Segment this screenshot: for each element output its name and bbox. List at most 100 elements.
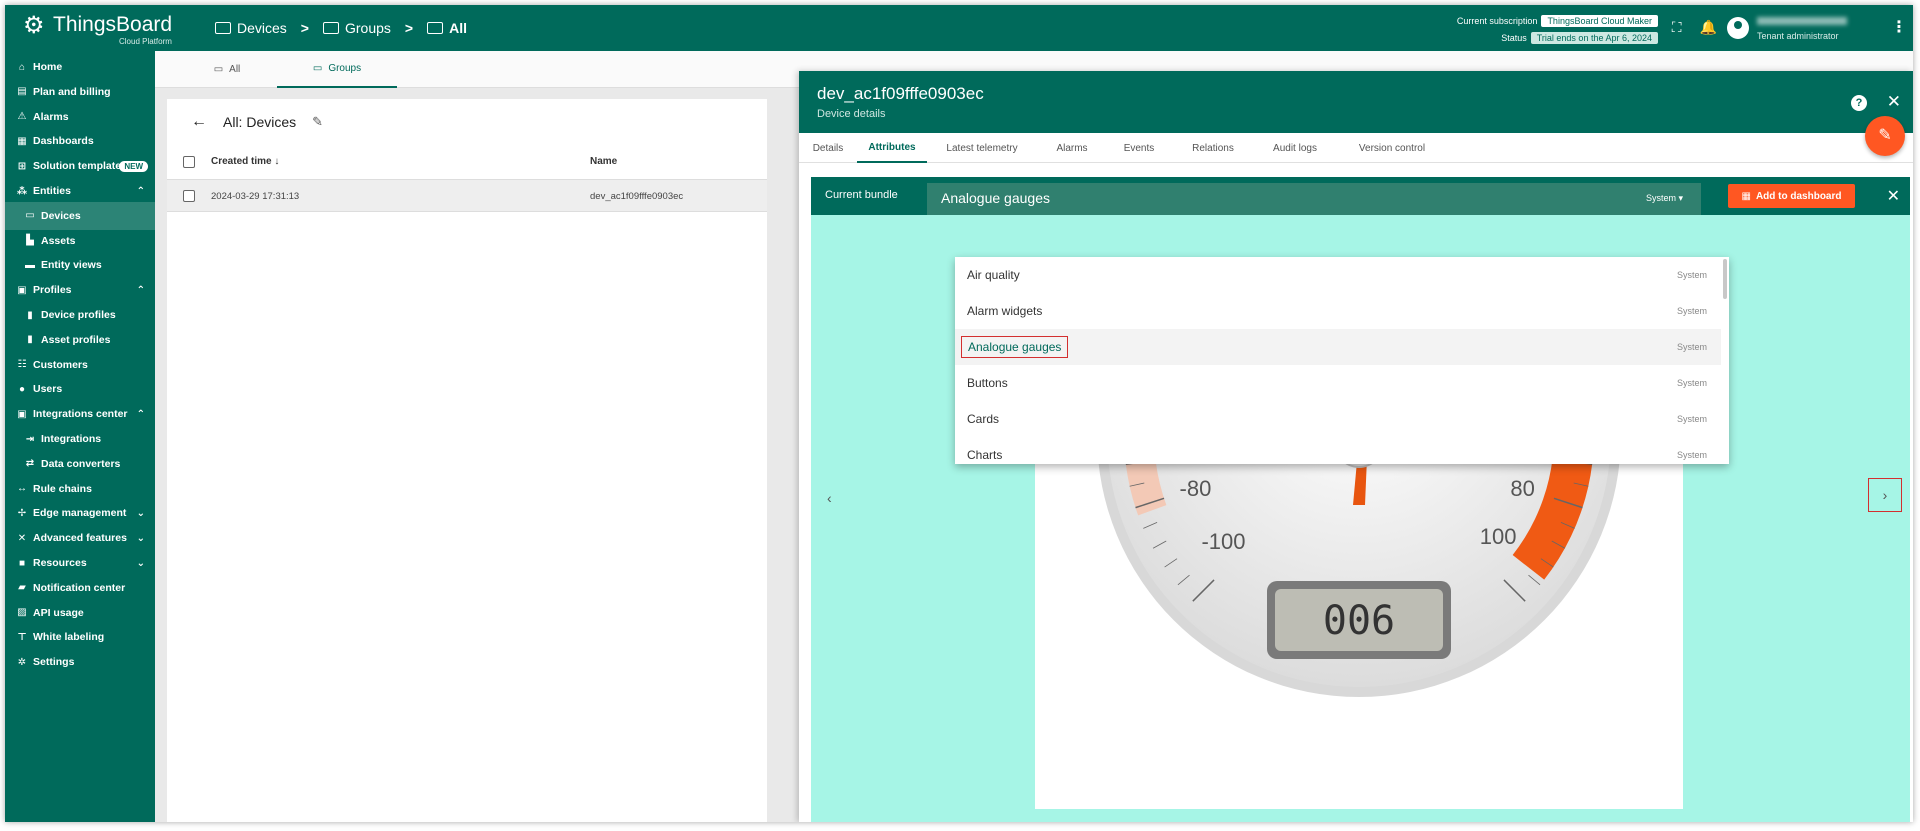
sidebar-item-customers[interactable]: ☷ Customers	[5, 351, 155, 379]
arrow-back-icon[interactable]: ←	[191, 113, 207, 131]
sidebar-item-api-usage[interactable]: ▨ API usage	[5, 599, 155, 627]
bundle-option-cards[interactable]: Cards System	[955, 401, 1721, 437]
tab-alarms[interactable]: Alarms	[1037, 133, 1107, 163]
avatar	[1727, 17, 1749, 39]
column-name[interactable]: Name	[590, 156, 617, 167]
sidebar-item-entity-views[interactable]: ▬ Entity views	[5, 251, 155, 279]
chevron-up-icon[interactable]: ⌃	[137, 285, 145, 296]
tab-attributes[interactable]: Attributes	[857, 133, 927, 163]
tab-all[interactable]: ▭ All	[167, 51, 287, 88]
tab-details[interactable]: Details	[799, 133, 857, 163]
sidebar-item-asset-profiles[interactable]: ▮ Asset profiles	[5, 326, 155, 354]
sidebar-icon: ▭	[25, 210, 35, 222]
tab-events[interactable]: Events	[1107, 133, 1171, 163]
new-badge: NEW	[119, 160, 148, 172]
bundle-option-buttons[interactable]: Buttons System	[955, 365, 1721, 401]
edit-icon[interactable]: ✎	[312, 114, 323, 130]
sidebar-item-edge-management[interactable]: ✢ Edge management ⌄	[5, 499, 155, 527]
cell-name: dev_ac1f09fffe0903ec	[590, 191, 684, 202]
scrollbar[interactable]	[1723, 259, 1727, 299]
devices-icon	[215, 22, 231, 34]
sidebar-item-alarms[interactable]: ⚠ Alarms	[5, 103, 155, 131]
table-row[interactable]: 2024-03-29 17:31:13 dev_ac1f09fffe0903ec	[167, 180, 767, 212]
column-created-time[interactable]: Created time ↓	[211, 156, 279, 167]
notifications-icon[interactable]: 🔔	[1700, 19, 1717, 36]
gauge-tick-label: 100	[1480, 524, 1517, 549]
cell-created-time: 2024-03-29 17:31:13	[211, 191, 300, 202]
close-icon[interactable]: ✕	[1887, 186, 1900, 206]
sidebar-item-settings[interactable]: ✲ Settings	[5, 648, 155, 676]
tab-version-control[interactable]: Version control	[1335, 133, 1449, 163]
sidebar-item-notification-center[interactable]: ▰ Notification center	[5, 574, 155, 602]
sidebar-item-integrations-center[interactable]: ▣ Integrations center ⌃	[5, 400, 155, 428]
breadcrumb-separator: >	[300, 20, 309, 36]
add-to-dashboard-button[interactable]: ▦ Add to dashboard	[1728, 184, 1855, 208]
sidebar-icon: ✢	[17, 507, 27, 519]
sidebar-item-label: Device profiles	[41, 309, 116, 321]
more-vert-icon[interactable]: ⋮	[1891, 17, 1907, 37]
sidebar-item-home[interactable]: ⌂ Home	[5, 53, 155, 81]
breadcrumb-devices[interactable]: Devices	[215, 20, 287, 36]
sidebar-item-advanced-features[interactable]: ✕ Advanced features ⌄	[5, 524, 155, 552]
chevron-up-icon[interactable]: ⌃	[137, 409, 145, 420]
sidebar: ⌂ Home ▤ Plan and billing ⚠ Alarms ▦ Dashboards…	[5, 51, 155, 822]
bundle-select[interactable]: Analogue gauges System ▾	[927, 183, 1701, 215]
table-header: Created time ↓ Name	[167, 144, 767, 180]
sidebar-icon: ▣	[17, 284, 27, 296]
sidebar-item-profiles[interactable]: ▣ Profiles ⌃	[5, 276, 155, 304]
chevron-left-icon[interactable]: ‹	[827, 490, 832, 506]
sidebar-icon: ▦	[17, 135, 27, 147]
top-bar: ⚙ ThingsBoard Cloud Platform Devices > G…	[5, 5, 1913, 51]
sidebar-item-resources[interactable]: ■ Resources ⌄	[5, 549, 155, 577]
sidebar-item-data-converters[interactable]: ⇄ Data converters	[5, 450, 155, 478]
bundle-filter[interactable]: System ▾	[1646, 193, 1683, 204]
chevron-down-icon[interactable]: ⌄	[137, 508, 145, 519]
sidebar-item-label: Assets	[41, 234, 76, 247]
sidebar-item-label: Alarms	[33, 110, 69, 123]
subscription-plan[interactable]: ThingsBoard Cloud Maker	[1541, 15, 1658, 27]
user-menu[interactable]: Tenant administrator	[1727, 15, 1887, 43]
fullscreen-icon[interactable]: ⛶	[1672, 19, 1682, 36]
sidebar-item-rule-chains[interactable]: ↔ Rule chains	[5, 475, 155, 503]
tab-latest-telemetry[interactable]: Latest telemetry	[927, 133, 1037, 163]
sidebar-item-users[interactable]: ● Users	[5, 375, 155, 403]
chevron-down-icon[interactable]: ⌄	[137, 558, 145, 569]
chevron-up-icon[interactable]: ⌃	[137, 186, 145, 197]
tab-audit-logs[interactable]: Audit logs	[1255, 133, 1335, 163]
sidebar-item-integrations[interactable]: ⇥ Integrations	[5, 425, 155, 453]
logo-subtitle: Cloud Platform	[119, 37, 172, 46]
select-all-checkbox[interactable]	[183, 156, 195, 168]
sidebar-item-assets[interactable]: ▙ Assets	[5, 227, 155, 255]
gauge-tick-label: 80	[1510, 476, 1534, 501]
sidebar-item-label: Profiles	[33, 284, 72, 297]
bundle-option-analogue-gauges[interactable]: Analogue gauges System	[955, 329, 1721, 365]
bundle-option-air-quality[interactable]: Air quality System	[955, 257, 1721, 293]
sidebar-item-dashboards[interactable]: ▦ Dashboards	[5, 127, 155, 155]
sidebar-icon: ▤	[17, 86, 27, 98]
bundle-option-charts[interactable]: Charts System	[955, 437, 1721, 464]
sidebar-icon: ✕	[17, 532, 27, 544]
sidebar-item-plan-and-billing[interactable]: ▤ Plan and billing	[5, 78, 155, 106]
sidebar-item-label: Entities	[33, 185, 71, 197]
chevron-down-icon[interactable]: ⌄	[137, 533, 145, 544]
sidebar-item-solution-templates[interactable]: ⊞ Solution templates NEW	[5, 152, 155, 180]
sidebar-icon: ✲	[17, 656, 27, 668]
chevron-right-icon[interactable]: ›	[1868, 478, 1902, 512]
help-icon[interactable]: ?	[1851, 95, 1867, 111]
subscription-info: Current subscription ThingsBoard Cloud Ma…	[1457, 13, 1658, 47]
close-icon[interactable]: ✕	[1887, 92, 1901, 112]
breadcrumb-groups[interactable]: Groups	[322, 20, 391, 36]
sidebar-icon: ■	[18, 557, 26, 569]
sidebar-icon: ●	[18, 383, 26, 395]
sidebar-item-white-labeling[interactable]: ⊤ White labeling	[5, 623, 155, 651]
bundle-option-label: Buttons	[967, 376, 1008, 390]
sidebar-icon: ▣	[17, 408, 27, 420]
tab-relations[interactable]: Relations	[1171, 133, 1255, 163]
logo[interactable]: ⚙ ThingsBoard Cloud Platform	[19, 10, 189, 46]
tab-groups[interactable]: ▭ Groups	[277, 51, 397, 88]
sidebar-item-device-profiles[interactable]: ▮ Device profiles	[5, 301, 155, 329]
sidebar-item-devices[interactable]: ▭ Devices	[5, 201, 155, 230]
sidebar-item-entities[interactable]: ⁂ Entities ⌃	[5, 177, 155, 205]
row-checkbox[interactable]	[183, 190, 195, 202]
bundle-option-alarm-widgets[interactable]: Alarm widgets System	[955, 293, 1721, 329]
